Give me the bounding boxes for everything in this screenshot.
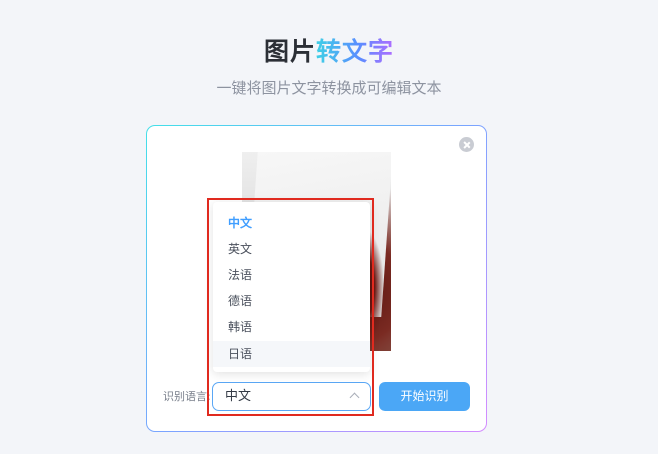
page-title: 图片转文字 <box>0 36 658 68</box>
page: 图片转文字 一键将图片文字转换成可编辑文本 识别语言: 中文 开始识别 中文 英… <box>0 0 658 454</box>
language-select[interactable]: 中文 <box>212 382 371 411</box>
start-recognition-button[interactable]: 开始识别 <box>379 382 470 411</box>
chevron-up-icon <box>349 392 360 403</box>
language-option-korean[interactable]: 韩语 <box>213 314 370 340</box>
language-option-german[interactable]: 德语 <box>213 288 370 314</box>
language-dropdown: 中文 英文 法语 德语 韩语 日语 <box>213 202 370 372</box>
close-icon[interactable] <box>459 137 474 152</box>
language-option-english[interactable]: 英文 <box>213 236 370 262</box>
language-select-value: 中文 <box>225 389 252 404</box>
language-option-chinese[interactable]: 中文 <box>213 210 370 236</box>
language-option-japanese[interactable]: 日语 <box>213 341 370 367</box>
page-title-part-1: 图片 <box>263 37 316 66</box>
page-title-part-2: 转文字 <box>316 37 395 66</box>
page-subtitle: 一键将图片文字转换成可编辑文本 <box>216 79 442 97</box>
language-option-french[interactable]: 法语 <box>213 262 370 288</box>
language-label: 识别语言: <box>163 390 211 403</box>
